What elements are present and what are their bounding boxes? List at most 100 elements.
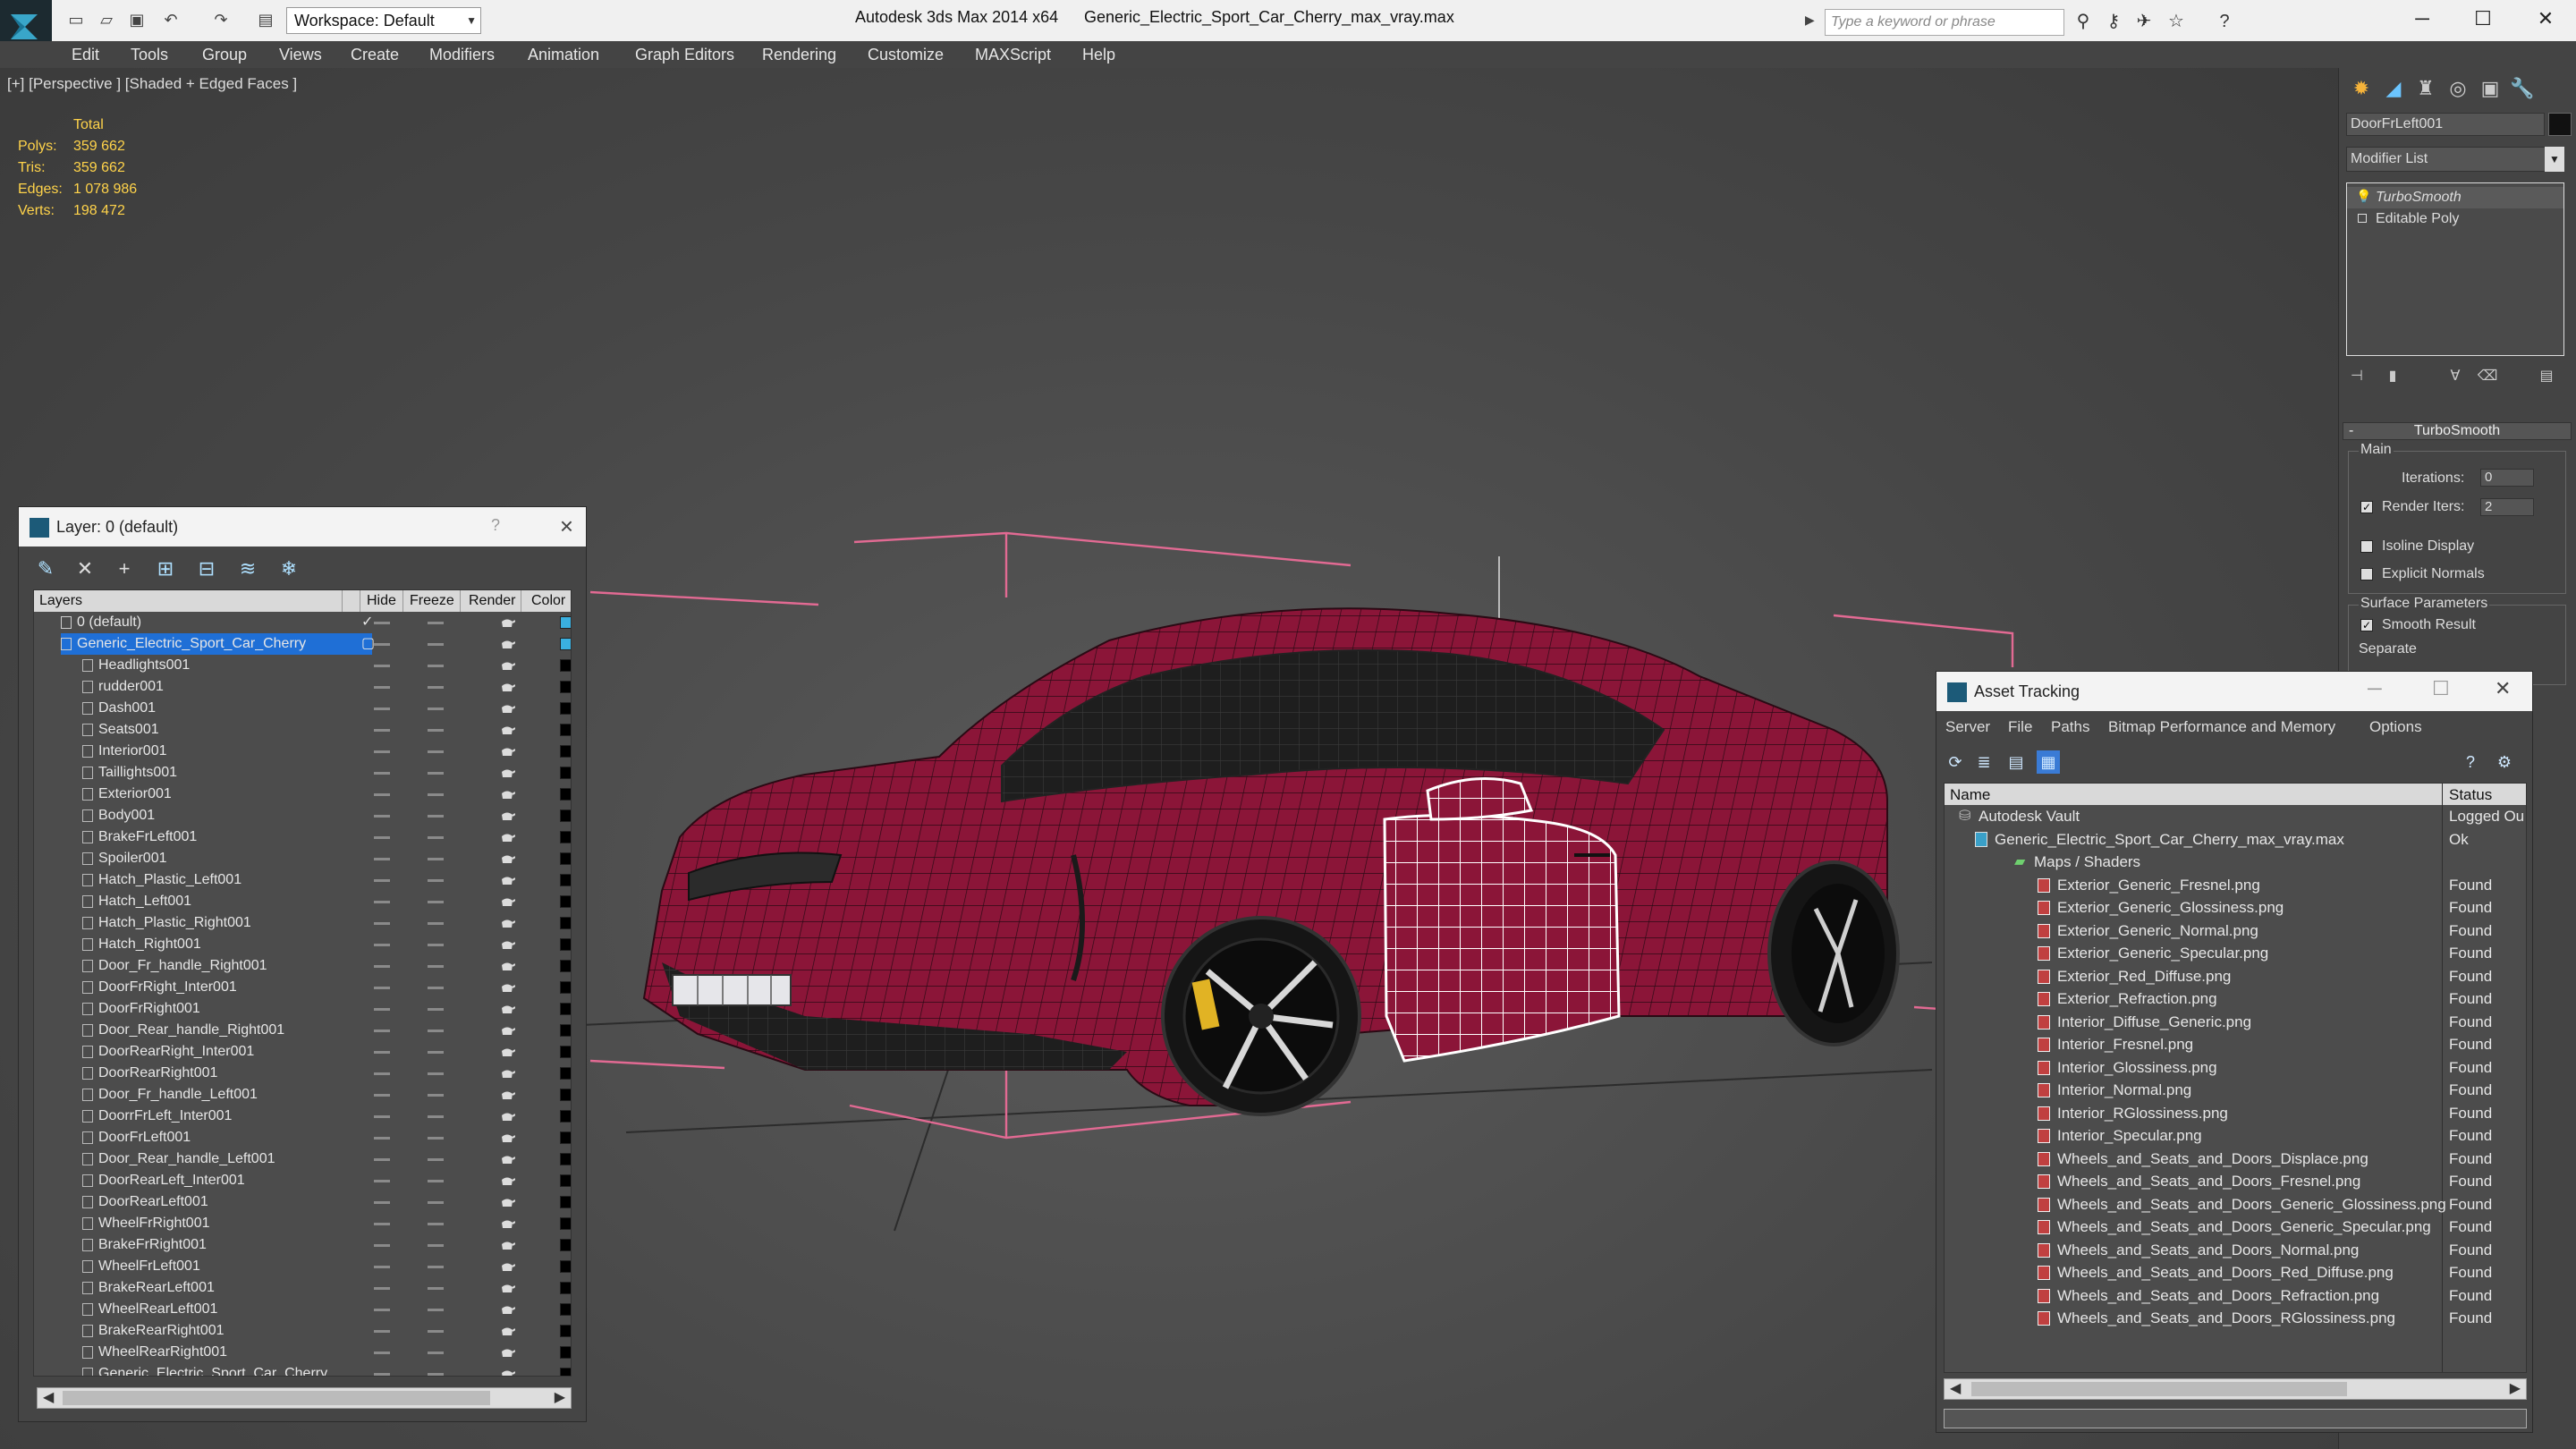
render-teapot-icon[interactable] (499, 1240, 516, 1251)
undo-icon[interactable]: ↶ (161, 11, 181, 29)
hide-toggle[interactable] (374, 1309, 390, 1311)
layer-row[interactable]: Seats001 (34, 719, 571, 741)
color-swatch[interactable] (560, 1196, 571, 1208)
freeze-toggle[interactable] (428, 1180, 444, 1182)
scroll-right-icon[interactable]: ▶ (2510, 1379, 2521, 1397)
help-icon[interactable]: ? (2213, 11, 2236, 32)
hide-toggle[interactable] (374, 1030, 390, 1032)
active-check-icon[interactable]: ✓ (361, 613, 373, 631)
render-iters-checkbox[interactable]: ✓ (2360, 501, 2373, 513)
hide-toggle[interactable] (374, 901, 390, 903)
render-teapot-icon[interactable] (499, 853, 516, 865)
viewport-label[interactable]: [+] [Perspective ] [Shaded + Edged Faces… (7, 75, 297, 93)
menu-rendering[interactable]: Rendering (762, 46, 836, 64)
render-teapot-icon[interactable] (499, 1132, 516, 1144)
color-swatch[interactable] (560, 1089, 571, 1101)
scroll-thumb[interactable] (63, 1391, 490, 1405)
color-swatch[interactable] (560, 1003, 571, 1015)
layer-row[interactable]: Hatch_Plastic_Left001 (34, 869, 571, 891)
hide-toggle[interactable] (374, 987, 390, 989)
close-button[interactable]: ✕ (2495, 677, 2511, 700)
menu-paths[interactable]: Paths (2051, 718, 2089, 736)
hide-toggle[interactable] (374, 750, 390, 753)
minimize-button[interactable]: ─ (2368, 677, 2382, 700)
new-icon[interactable]: ▭ (66, 11, 86, 29)
freeze-toggle[interactable] (428, 1072, 444, 1075)
add-selection-icon[interactable]: + (112, 557, 137, 580)
menu-customize[interactable]: Customize (868, 46, 944, 64)
asset-row[interactable]: Interior_RGlossiness.png Found (1945, 1102, 2526, 1125)
color-swatch[interactable] (560, 681, 571, 693)
render-teapot-icon[interactable] (499, 617, 516, 629)
hide-toggle[interactable] (374, 1180, 390, 1182)
hide-all-icon[interactable]: ≋ (235, 557, 260, 580)
freeze-toggle[interactable] (428, 922, 444, 925)
color-swatch[interactable] (560, 895, 571, 908)
motion-icon[interactable]: ◎ (2443, 73, 2473, 104)
color-swatch[interactable] (560, 1303, 571, 1316)
horizontal-scrollbar[interactable]: ◀ ▶ (37, 1387, 572, 1409)
stack-item-editable-poly[interactable]: Editable Poly (2347, 208, 2563, 230)
render-teapot-icon[interactable] (499, 682, 516, 693)
layer-row[interactable]: DoorFrRight_Inter001 (34, 977, 571, 998)
asset-row[interactable]: Wheels_and_Seats_and_Doors_Red_Diffuse.p… (1945, 1261, 2526, 1284)
color-swatch[interactable] (560, 1174, 571, 1187)
layer-row[interactable]: Headlights001 (34, 655, 571, 676)
utilities-icon[interactable]: 🔧 (2507, 73, 2538, 104)
column-status[interactable]: Status (2449, 786, 2492, 804)
layer-row[interactable]: Exterior001 (34, 784, 571, 805)
freeze-toggle[interactable] (428, 858, 444, 860)
asset-row[interactable]: Interior_Diffuse_Generic.png Found (1945, 1011, 2526, 1034)
hide-toggle[interactable] (374, 1287, 390, 1290)
layer-row[interactable]: WheelRearRight001 (34, 1342, 571, 1363)
freeze-toggle[interactable] (428, 686, 444, 689)
list-view-icon[interactable]: ≣ (1972, 750, 1996, 774)
freeze-toggle[interactable] (428, 708, 444, 710)
asset-row[interactable]: Interior_Specular.png Found (1945, 1124, 2526, 1148)
freeze-toggle[interactable] (428, 1223, 444, 1225)
render-teapot-icon[interactable] (499, 1025, 516, 1037)
asset-row[interactable]: Wheels_and_Seats_and_Doors_Generic_Specu… (1945, 1216, 2526, 1239)
render-teapot-icon[interactable] (499, 1004, 516, 1015)
color-swatch[interactable] (560, 917, 571, 929)
freeze-toggle[interactable] (428, 901, 444, 903)
display-icon[interactable]: ▣ (2475, 73, 2505, 104)
render-teapot-icon[interactable] (499, 1197, 516, 1208)
menu-create[interactable]: Create (351, 46, 399, 64)
freeze-toggle[interactable] (428, 1352, 444, 1354)
hide-toggle[interactable] (374, 1244, 390, 1247)
hide-toggle[interactable] (374, 1330, 390, 1333)
menu-group[interactable]: Group (202, 46, 247, 64)
render-teapot-icon[interactable] (499, 1283, 516, 1294)
color-swatch[interactable] (560, 767, 571, 779)
render-teapot-icon[interactable] (499, 660, 516, 672)
color-swatch[interactable] (560, 1046, 571, 1058)
stack-item-turbosmooth[interactable]: 💡 TurboSmooth (2347, 187, 2563, 208)
color-swatch[interactable] (560, 981, 571, 994)
color-swatch[interactable] (560, 1325, 571, 1337)
minimize-button[interactable]: ─ (2404, 5, 2440, 32)
render-teapot-icon[interactable] (499, 724, 516, 736)
freeze-toggle[interactable] (428, 879, 444, 882)
color-swatch[interactable] (560, 1368, 571, 1376)
layer-row[interactable]: Hatch_Plastic_Right001 (34, 912, 571, 934)
configure-sets-icon[interactable]: ▤ (2536, 367, 2557, 386)
freeze-toggle[interactable] (428, 1287, 444, 1290)
color-swatch[interactable] (560, 702, 571, 715)
render-iters-spinner[interactable]: 2 (2480, 498, 2534, 516)
asset-row[interactable]: Exterior_Generic_Normal.png Found (1945, 919, 2526, 943)
freeze-toggle[interactable] (428, 1008, 444, 1011)
freeze-toggle[interactable] (428, 1115, 444, 1118)
table-view-icon[interactable]: ▤ (2004, 750, 2028, 774)
asset-row[interactable]: ▰ Maps / Shaders (1945, 851, 2526, 874)
hide-toggle[interactable] (374, 643, 390, 646)
scroll-left-icon[interactable]: ◀ (43, 1388, 54, 1406)
search-expand-icon[interactable]: ▶ (1805, 13, 1815, 28)
render-teapot-icon[interactable] (499, 832, 516, 843)
render-teapot-icon[interactable] (499, 746, 516, 758)
hide-toggle[interactable] (374, 836, 390, 839)
satellite-icon[interactable]: ✈ (2132, 11, 2156, 32)
render-teapot-icon[interactable] (499, 1154, 516, 1165)
color-swatch[interactable] (560, 1153, 571, 1165)
horizontal-scrollbar[interactable]: ◀ ▶ (1944, 1378, 2527, 1400)
